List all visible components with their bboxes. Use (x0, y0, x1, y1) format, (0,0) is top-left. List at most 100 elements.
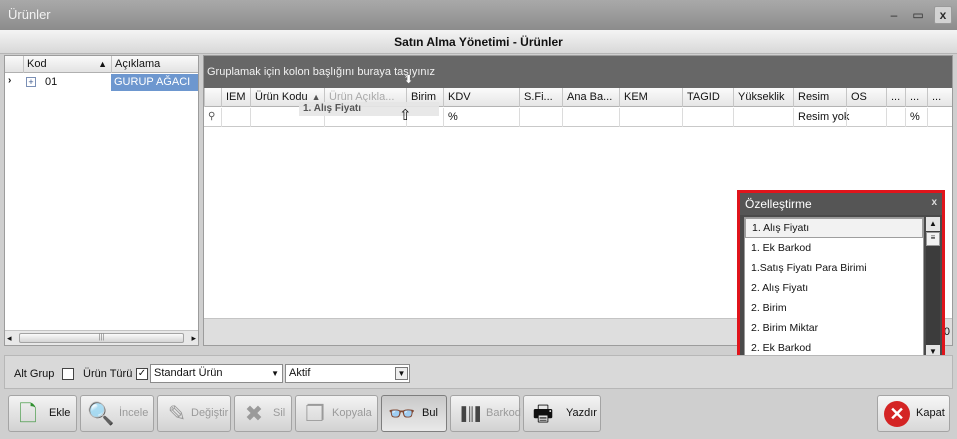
alt-grup-checkbox[interactable] (62, 368, 74, 380)
filter-bar: Alt Grup Ürün Türü ✓ Standart Ürün ▼ Akt… (4, 355, 953, 389)
list-item[interactable]: 1. Ek Barkod (745, 238, 923, 258)
minimize-button[interactable]: ‒ (884, 6, 904, 24)
urun-turu-select[interactable]: Standart Ürün ▼ (150, 364, 283, 383)
list-item[interactable]: 2. Birim (745, 298, 923, 318)
barcode-button-label: Barkod (486, 407, 521, 419)
urun-turu-checkbox[interactable]: ✓ (136, 368, 148, 380)
form-header: Satın Alma Yönetimi - Ürünler (0, 30, 957, 54)
column-header-kod-label: Kod (27, 58, 47, 70)
group-tree-grid[interactable]: Kod ▲ Açıklama › + 01 GURUP AĞACI ◂ ||| … (4, 55, 199, 346)
binoculars-icon: 👓 (388, 401, 416, 426)
copy-icon: ❐ (305, 401, 325, 426)
column-customization-popup[interactable]: Özelleştirme x 1. Alış Fiyatı 1. Ek Bark… (737, 190, 945, 363)
column-header-iem[interactable]: IEM (221, 88, 250, 107)
column-header-os[interactable]: OS (846, 88, 886, 107)
filter-cell-tagid[interactable] (682, 108, 733, 127)
edit-icon: ✎ (167, 401, 187, 426)
add-document-icon: 🗋 (19, 401, 37, 426)
column-header-kem[interactable]: KEM (619, 88, 682, 107)
close-button[interactable]: ✕ Kapat (877, 395, 950, 432)
status-value: Aktif (289, 367, 311, 379)
hidden-columns-list[interactable]: 1. Alış Fiyatı 1. Ek Barkod 1.Satış Fiya… (744, 217, 924, 359)
list-vertical-scrollbar[interactable]: ▲ ≡ ▼ (926, 217, 940, 359)
sort-ascending-icon: ▲ (311, 92, 321, 102)
find-button[interactable]: 👓 Bul (381, 395, 447, 432)
dragged-column-header: 1. Alış Fiyatı (299, 102, 439, 116)
tree-cell-kod[interactable]: 01 (41, 74, 111, 91)
group-by-hint: Gruplamak için kolon başlığını buraya ta… (207, 66, 436, 78)
list-item[interactable]: 2. Birim Miktar (745, 318, 923, 338)
column-header-more-1[interactable]: ... (886, 88, 905, 107)
tree-header: Kod ▲ Açıklama (5, 56, 198, 73)
print-button[interactable]: 🖶 Yazdır (523, 395, 601, 432)
scroll-left-icon[interactable]: ◂ (7, 333, 12, 344)
tree-row[interactable]: › + 01 GURUP AĞACI (5, 74, 198, 91)
customization-title: Özelleştirme (745, 197, 812, 211)
filter-icon: ⚲ (208, 111, 216, 122)
add-button[interactable]: 🗋 Ekle (8, 395, 77, 432)
printer-icon: 🖶 (532, 401, 554, 426)
print-button-label: Yazdır (566, 407, 597, 419)
add-button-label: Ekle (49, 407, 71, 419)
filter-cell-ana-barkod[interactable] (562, 108, 619, 127)
column-header-ana-barkod[interactable]: Ana Ba... (562, 88, 619, 107)
column-header-kod[interactable]: Kod ▲ (23, 56, 111, 73)
filter-cell-os[interactable] (846, 108, 886, 127)
maximize-button[interactable]: ▭ (908, 6, 928, 24)
tree-cell-aciklama[interactable]: GURUP AĞACI (111, 74, 198, 91)
list-item[interactable]: 1. Alış Fiyatı (745, 218, 923, 238)
column-header-aciklama[interactable]: Açıklama (111, 56, 198, 73)
page-title: Satın Alma Yönetimi - Ürünler (394, 35, 563, 49)
column-header-kdv[interactable]: KDV (443, 88, 519, 107)
urun-turu-label: Ürün Türü (83, 368, 133, 380)
column-header-resim[interactable]: Resim (793, 88, 846, 107)
alt-grup-label: Alt Grup (14, 368, 55, 380)
filter-cell-kdv[interactable]: % (443, 108, 519, 127)
barcode-button[interactable]: ▐║▌ Barkod (450, 395, 521, 432)
edit-button[interactable]: ✎ Değiştir (157, 395, 231, 432)
filter-cell-resim[interactable]: Resim yok (793, 108, 849, 127)
filter-cell-more-2[interactable]: % (905, 108, 927, 127)
list-item[interactable]: 1.Satış Fiyatı Para Birimi (745, 258, 923, 278)
filter-cell-yukseklik[interactable] (733, 108, 793, 127)
filter-cell-s-fiyat[interactable] (519, 108, 562, 127)
filter-cell-iem[interactable] (221, 108, 250, 127)
close-icon[interactable]: x (931, 193, 937, 215)
column-header-more-3[interactable]: ... (927, 88, 952, 107)
drag-position-arrow-icon: ⇧ (399, 107, 412, 124)
status-select[interactable]: Aktif ▼ (285, 364, 410, 383)
close-window-button[interactable]: x (934, 6, 952, 24)
sort-ascending-icon: ▲ (98, 59, 107, 69)
column-header-indicator (204, 88, 221, 107)
list-item[interactable]: 2. Alış Fiyatı (745, 278, 923, 298)
scroll-thumb[interactable]: ||| (19, 333, 184, 343)
chevron-down-icon: ▼ (271, 369, 279, 378)
filter-cell-more-3[interactable] (927, 108, 952, 127)
drop-target-arrow-icon: ⬇ (404, 74, 414, 86)
inspect-button[interactable]: 🔍 İncele (80, 395, 154, 432)
expand-node-icon[interactable]: + (26, 77, 36, 87)
filter-cell-more-1[interactable] (886, 108, 905, 127)
column-header-s-fiyat[interactable]: S.Fi... (519, 88, 562, 107)
window-title: Ürünler (8, 7, 51, 22)
column-header-yukseklik[interactable]: Yükseklik (733, 88, 793, 107)
scroll-up-icon[interactable]: ▲ (926, 217, 940, 231)
close-button-label: Kapat (916, 407, 945, 419)
inspect-button-label: İncele (119, 407, 149, 419)
copy-button-label: Kopyala (332, 407, 372, 419)
scroll-thumb[interactable]: ≡ (926, 232, 940, 246)
window-title-bar: Ürünler ‒ ▭ x (0, 0, 957, 30)
group-by-panel[interactable]: Gruplamak için kolon başlığını buraya ta… (204, 56, 952, 88)
copy-button[interactable]: ❐ Kopyala (295, 395, 378, 432)
column-header-aciklama-label: Açıklama (115, 58, 161, 70)
row-indicator-icon: › (8, 75, 12, 86)
column-header-tagid[interactable]: TAGID (682, 88, 733, 107)
barcode-icon: ▐║▌ (457, 406, 485, 421)
delete-button[interactable]: ✖ Sil (234, 395, 292, 432)
column-header-more-2[interactable]: ... (905, 88, 927, 107)
tree-horizontal-scrollbar[interactable]: ◂ ||| ▸ (5, 330, 198, 345)
customization-title-bar[interactable]: Özelleştirme x (740, 193, 942, 215)
filter-cell-kem[interactable] (619, 108, 682, 127)
close-icon: ✕ (884, 401, 910, 427)
scroll-right-icon[interactable]: ▸ (191, 333, 196, 344)
